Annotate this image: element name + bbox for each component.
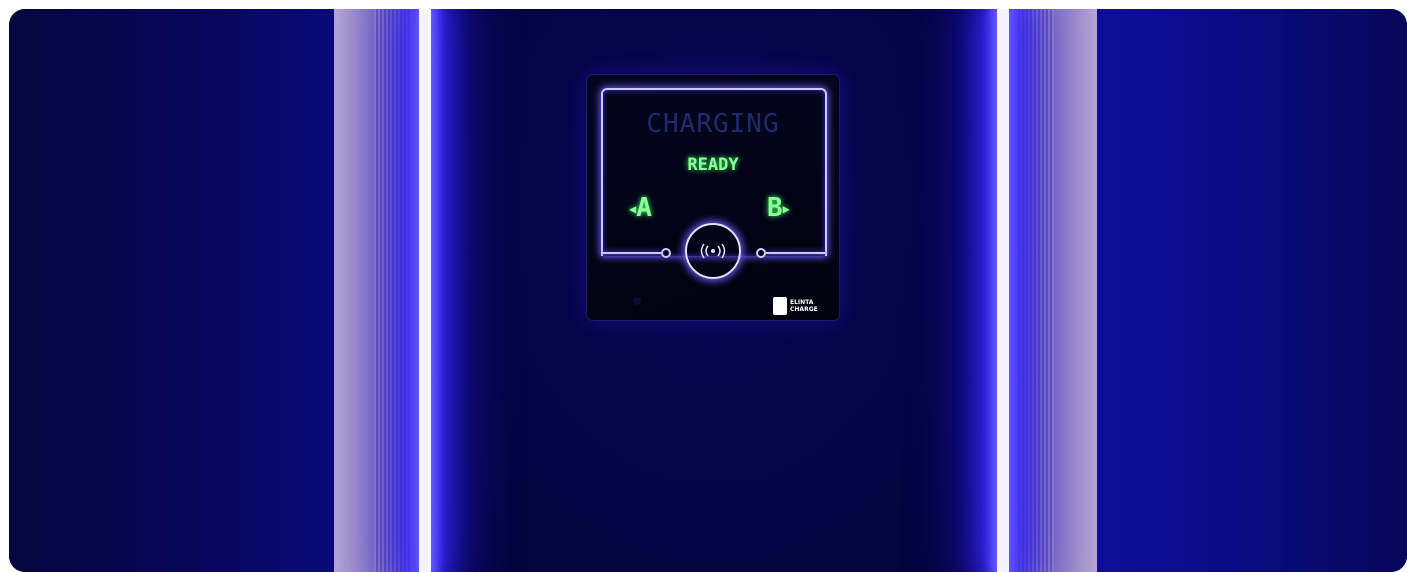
logo-line-2: CHARGE [790,306,818,313]
left-wall [9,9,334,572]
status-label: READY [687,155,739,175]
frame-node-left [661,248,671,258]
right-light-strip [997,9,1009,572]
left-light-strip [419,9,431,572]
port-b-indicator: B▶ [767,193,790,223]
frame-node-right [756,248,766,258]
right-pillar [1012,9,1097,572]
right-arrow-icon: ▶ [782,201,790,216]
rfid-contactless-icon [700,243,726,259]
port-a-label: A [636,193,652,223]
frame-line-left [601,252,663,254]
charger-display-panel: CHARGING READY ◀A B▶ ELINTA CHARGE [587,75,839,320]
elinta-logo: ELINTA CHARGE [773,294,831,318]
port-a-indicator: ◀A [629,193,652,223]
logo-line-1: ELINTA [790,299,814,306]
rfid-reader-button[interactable] [685,223,741,279]
charger-photo: CHARGING READY ◀A B▶ ELINTA CHARGE [9,9,1407,572]
elinta-logo-mark [773,297,787,315]
port-b-label: B [767,193,783,223]
led-indicator [633,297,641,305]
right-wall [1097,9,1407,572]
charging-label: CHARGING [646,109,780,139]
elinta-logo-text: ELINTA CHARGE [790,299,818,313]
frame-line-right [765,252,825,254]
left-pillar [334,9,414,572]
